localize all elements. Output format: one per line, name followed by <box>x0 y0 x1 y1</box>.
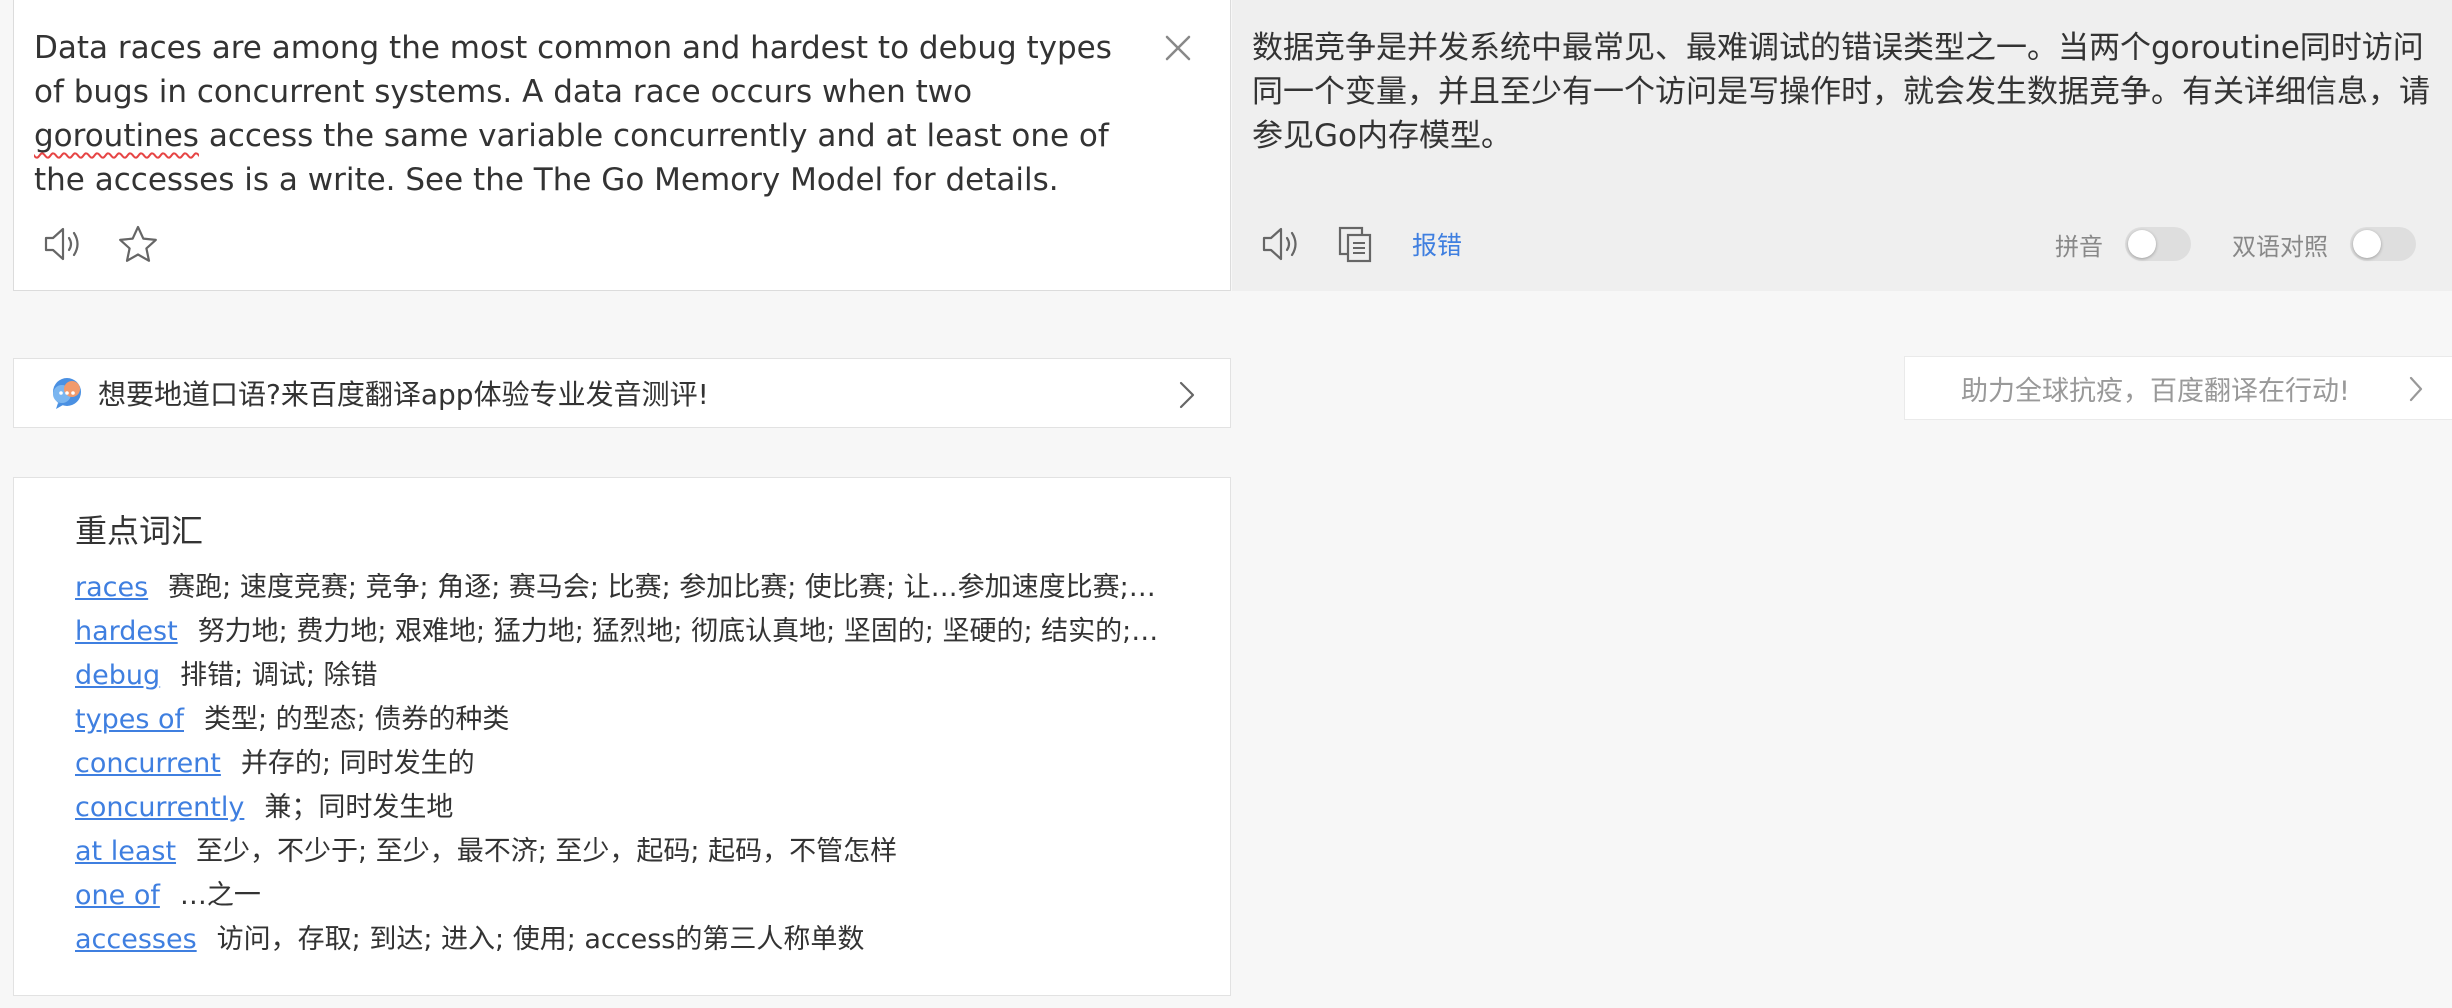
promo-text: 想要地道口语?来百度翻译app体验专业发音测评! <box>98 378 709 411</box>
vocab-definition: 类型; 的型态; 债券的种类 <box>204 704 510 735</box>
star-icon <box>119 225 157 262</box>
vocab-definition: 并存的; 同时发生的 <box>240 748 475 779</box>
vocab-definition: 至少，不少于; 至少，最不济; 至少，起码; 起码，不管怎样 <box>196 836 898 867</box>
vocab-item: races 赛跑; 速度竞赛; 竞争; 角逐; 赛马会; 比赛; 参加比赛; 使比… <box>75 566 1195 610</box>
vocab-item: concurrently 兼；同时发生地 <box>75 786 1195 830</box>
chat-bubble-icon <box>53 378 81 409</box>
source-panel: Data races are among the most common and… <box>13 0 1231 291</box>
bilingual-toggle[interactable] <box>2350 227 2416 261</box>
bilingual-label: 双语对照 <box>2232 232 2328 261</box>
vocab-word-link[interactable]: debug <box>75 660 160 691</box>
clear-text-button[interactable] <box>1162 32 1194 64</box>
speaker-icon <box>44 227 79 261</box>
vocab-item: one of …之一 <box>75 874 1195 918</box>
target-speaker-button[interactable] <box>1260 222 1304 266</box>
vocab-item: types of 类型; 的型态; 债券的种类 <box>75 698 1195 742</box>
chevron-right-icon <box>1179 381 1195 409</box>
copy-icon <box>1338 226 1372 263</box>
speaker-icon <box>1262 227 1297 261</box>
source-text-before: Data races are among the most common and… <box>34 30 1112 110</box>
notice-text: 助力全球抗疫，百度翻译在行动! <box>1961 375 2350 407</box>
key-vocabulary-panel: 重点词汇 races 赛跑; 速度竞赛; 竞争; 角逐; 赛马会; 比赛; 参加比… <box>13 477 1231 996</box>
anti-epidemic-notice[interactable]: 助力全球抗疫，百度翻译在行动! <box>1904 356 2452 420</box>
vocabulary-list: races 赛跑; 速度竞赛; 竞争; 角逐; 赛马会; 比赛; 参加比赛; 使比… <box>75 566 1195 962</box>
vocab-definition: 排错; 调试; 除错 <box>180 660 378 691</box>
target-panel: 数据竞争是并发系统中最常见、最难调试的错误类型之一。当两个goroutine同时… <box>1232 0 2452 291</box>
close-icon <box>1165 35 1191 61</box>
vocab-definition: 兼；同时发生地 <box>264 792 454 823</box>
vocab-definition: 努力地; 费力地; 艰难地; 猛力地; 猛烈地; 彻底认真地; 坚固的; 坚硬的… <box>197 616 1159 647</box>
vocab-word-link[interactable]: concurrently <box>75 792 244 823</box>
vocab-item: hardest 努力地; 费力地; 艰难地; 猛力地; 猛烈地; 彻底认真地; 坚… <box>75 610 1195 654</box>
vocab-word-link[interactable]: concurrent <box>75 748 221 779</box>
vocab-item: concurrent 并存的; 同时发生的 <box>75 742 1195 786</box>
report-error-link[interactable]: 报错 <box>1412 226 1462 262</box>
toggle-knob <box>2353 230 2381 258</box>
vocab-item: accesses 访问，存取; 到达; 进入; 使用; access的第三人称单数 <box>75 918 1195 962</box>
vocab-word-link[interactable]: at least <box>75 836 176 867</box>
vocab-word-link[interactable]: hardest <box>75 616 178 647</box>
vocab-word-link[interactable]: races <box>75 572 148 603</box>
vocab-definition: 赛跑; 速度竞赛; 竞争; 角逐; 赛马会; 比赛; 参加比赛; 使比赛; 让…… <box>168 572 1156 603</box>
toggle-knob <box>2128 230 2156 258</box>
app-promo-banner[interactable]: 想要地道口语?来百度翻译app体验专业发音测评! <box>13 358 1231 428</box>
chevron-right-icon <box>2409 376 2423 402</box>
vocab-word-link[interactable]: accesses <box>75 924 197 955</box>
vocab-definition: 访问，存取; 到达; 进入; 使用; access的第三人称单数 <box>216 924 865 955</box>
vocab-item: at least 至少，不少于; 至少，最不济; 至少，起码; 起码，不管怎样 <box>75 830 1195 874</box>
favorite-button[interactable] <box>116 222 160 266</box>
vocab-word-link[interactable]: one of <box>75 880 160 911</box>
source-speaker-button[interactable] <box>42 222 86 266</box>
translation-text: 数据竞争是并发系统中最常见、最难调试的错误类型之一。当两个goroutine同时… <box>1252 30 2430 154</box>
vocabulary-title: 重点词汇 <box>75 512 204 550</box>
source-text[interactable]: Data races are among the most common and… <box>34 26 1144 202</box>
spelling-flagged-word[interactable]: goroutines <box>34 118 199 154</box>
vocab-word-link[interactable]: types of <box>75 704 184 735</box>
pinyin-toggle[interactable] <box>2125 227 2191 261</box>
vocab-item: debug 排错; 调试; 除错 <box>75 654 1195 698</box>
pinyin-label: 拼音 <box>2055 232 2103 261</box>
copy-button[interactable] <box>1334 222 1378 266</box>
vocab-definition: …之一 <box>179 880 261 911</box>
